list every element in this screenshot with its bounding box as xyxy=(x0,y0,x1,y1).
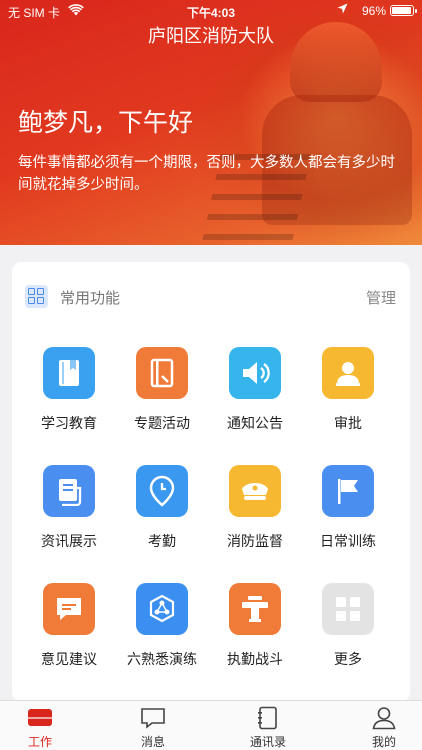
book-icon xyxy=(43,347,95,399)
news-icon xyxy=(43,465,95,517)
motto-text: 每件事情都必须有一个期限，否则，大多数人都会有多少时间就花掉多少时间。 xyxy=(18,155,395,193)
function-label: 日常训练 xyxy=(320,534,376,550)
notebook-icon xyxy=(136,347,188,399)
function-item-3[interactable]: 审批 xyxy=(291,347,390,447)
battery-icon xyxy=(390,5,417,16)
function-item-0[interactable]: 学习教育 xyxy=(12,347,111,447)
function-item-5[interactable]: 考勤 xyxy=(105,465,204,565)
message-icon xyxy=(43,583,95,635)
status-time: 下午4:03 xyxy=(186,6,236,20)
function-item-2[interactable]: 通知公告 xyxy=(198,347,297,447)
apps-grid-icon xyxy=(25,285,48,308)
approver-icon xyxy=(322,347,374,399)
tab-label: 我的 xyxy=(371,735,396,749)
tab-1[interactable]: 消息 xyxy=(113,701,193,750)
function-item-4[interactable]: 资讯展示 xyxy=(12,465,111,565)
function-item-10[interactable]: 执勤战斗 xyxy=(198,583,297,683)
tab-label: 工作 xyxy=(27,735,52,749)
contacts-book-icon xyxy=(254,706,282,730)
function-label: 审批 xyxy=(334,416,362,432)
location-pin-icon xyxy=(136,465,188,517)
function-item-6[interactable]: 消防监督 xyxy=(198,465,297,565)
flag-icon xyxy=(322,465,374,517)
status-bar: 无 SIM 卡 下午4:03 96% xyxy=(0,0,422,22)
tab-label: 消息 xyxy=(140,735,165,749)
function-item-1[interactable]: 专题活动 xyxy=(105,347,204,447)
greeting-text: 鲍梦凡，下午好 xyxy=(18,108,194,137)
common-functions-card: 常用功能 管理 学习教育 专题活动 通知公告审批资讯展示 考勤 消防监督日常训练意见建议… xyxy=(12,262,410,702)
function-item-11[interactable]: 更多 xyxy=(291,583,390,683)
speaker-icon xyxy=(229,347,281,399)
hydrant-icon xyxy=(229,583,281,635)
card-title: 常用功能 xyxy=(60,289,121,307)
message-bubble-icon xyxy=(139,706,167,730)
header-banner: 无 SIM 卡 下午4:03 96% 庐阳区消防大队 鲍梦凡，下午好 每件事情都… xyxy=(0,0,422,245)
tab-3[interactable]: 我的 xyxy=(344,701,422,750)
manage-button[interactable]: 管理 xyxy=(366,287,396,308)
tab-0[interactable]: 工作 xyxy=(0,701,80,750)
tab-bar: 工作 消息 通讯录 我的 xyxy=(0,700,422,750)
tab-2[interactable]: 通讯录 xyxy=(228,701,308,750)
user-profile-icon xyxy=(370,706,398,730)
battery-percent: 96% xyxy=(361,4,386,18)
more-grid-icon xyxy=(322,583,374,635)
function-item-8[interactable]: 意见建议 xyxy=(12,583,111,683)
function-item-7[interactable]: 日常训练 xyxy=(291,465,390,565)
officer-cap-icon xyxy=(229,465,281,517)
work-icon xyxy=(26,706,54,730)
function-item-9[interactable]: 六熟悉演练 xyxy=(105,583,204,683)
tab-label: 通讯录 xyxy=(249,735,286,749)
page-title: 庐阳区消防大队 xyxy=(148,26,274,47)
location-arrow-icon xyxy=(337,3,348,17)
function-label: 更多 xyxy=(334,652,362,668)
hexagon-network-icon xyxy=(136,583,188,635)
card-header: 常用功能 管理 xyxy=(12,262,410,332)
